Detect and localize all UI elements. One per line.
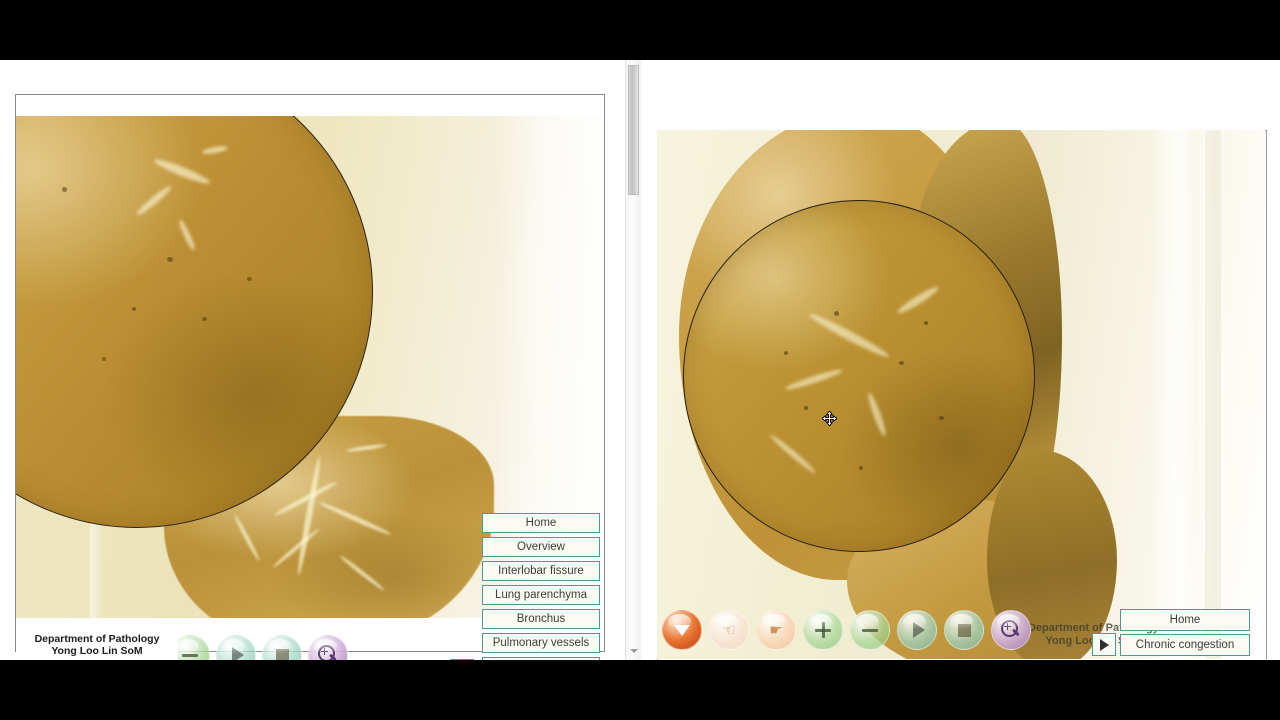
zoom-out-button[interactable] [850, 610, 890, 650]
play-icon [1099, 638, 1109, 651]
menu-lung-parenchyma[interactable]: Lung parenchyma [482, 585, 600, 605]
right-viewer-panel [641, 60, 1280, 660]
magnify-button[interactable] [308, 635, 348, 660]
hand-left-icon: ☜ [722, 621, 736, 639]
nus-pathology-logo: Department of Pathology Yong Loo Lin SoM… [16, 628, 178, 660]
left-menu-expand-button[interactable] [450, 659, 474, 660]
pan-right-button[interactable]: ☛ [756, 610, 796, 650]
pan-left-button[interactable]: ☜ [709, 610, 749, 650]
menu-home[interactable]: Home [1120, 609, 1250, 631]
minus-icon [862, 628, 878, 632]
left-toolbar[interactable] [170, 635, 348, 660]
play-icon [231, 647, 244, 660]
collapse-button[interactable] [662, 610, 702, 650]
screen: Home Overview Interlobar fissure Lung pa… [0, 0, 1280, 720]
stop-icon [275, 648, 289, 660]
stop-button[interactable] [262, 635, 302, 660]
magnifier-plus-icon [1001, 620, 1021, 640]
menu-home[interactable]: Home [482, 513, 600, 533]
zoom-in-button[interactable] [803, 610, 843, 650]
move-cursor-icon [822, 411, 837, 426]
stop-button[interactable] [944, 610, 984, 650]
right-navigation-menu[interactable]: Home Chronic congestion [1120, 609, 1252, 659]
play-button[interactable] [216, 635, 256, 660]
nus-acronym: NUS [83, 659, 139, 661]
right-specimen-stage[interactable] [657, 130, 1265, 659]
scrollbar-thumb[interactable] [628, 65, 639, 195]
menu-visceral-pleura[interactable]: Visceral pleura [482, 657, 600, 660]
play-button[interactable] [897, 610, 937, 650]
jar-edge-band [1205, 130, 1221, 659]
logo-line-2: Yong Loo Lin SoM [51, 645, 143, 657]
magnifier-lens-right[interactable] [683, 200, 1035, 552]
menu-pulmonary-vessels[interactable]: Pulmonary vessels [482, 633, 600, 653]
scrollbar-down-arrow[interactable] [626, 644, 641, 658]
menu-overview[interactable]: Overview [482, 537, 600, 557]
right-toolbar[interactable]: ☜ ☛ [662, 610, 1031, 650]
left-navigation-menu[interactable]: Home Overview Interlobar fissure Lung pa… [482, 513, 602, 660]
left-viewer-panel: Home Overview Interlobar fissure Lung pa… [0, 60, 620, 660]
magnifier-plus-icon [318, 645, 338, 660]
plus-icon [815, 622, 831, 638]
logo-line-1: Department of Pathology [34, 633, 160, 645]
stop-icon [957, 623, 971, 637]
menu-bronchus[interactable]: Bronchus [482, 609, 600, 629]
jar-edge-highlight-right [1153, 130, 1211, 659]
play-icon [912, 622, 925, 638]
down-arrow-icon [674, 624, 690, 636]
minus-icon [182, 653, 198, 657]
magnify-button[interactable] [991, 610, 1031, 650]
menu-interlobar-fissure[interactable]: Interlobar fissure [482, 561, 600, 581]
page-scrollbar[interactable] [625, 60, 641, 660]
right-menu-expand-button[interactable] [1092, 633, 1116, 656]
hand-right-icon: ☛ [769, 621, 783, 639]
menu-chronic-congestion[interactable]: Chronic congestion [1120, 634, 1250, 656]
